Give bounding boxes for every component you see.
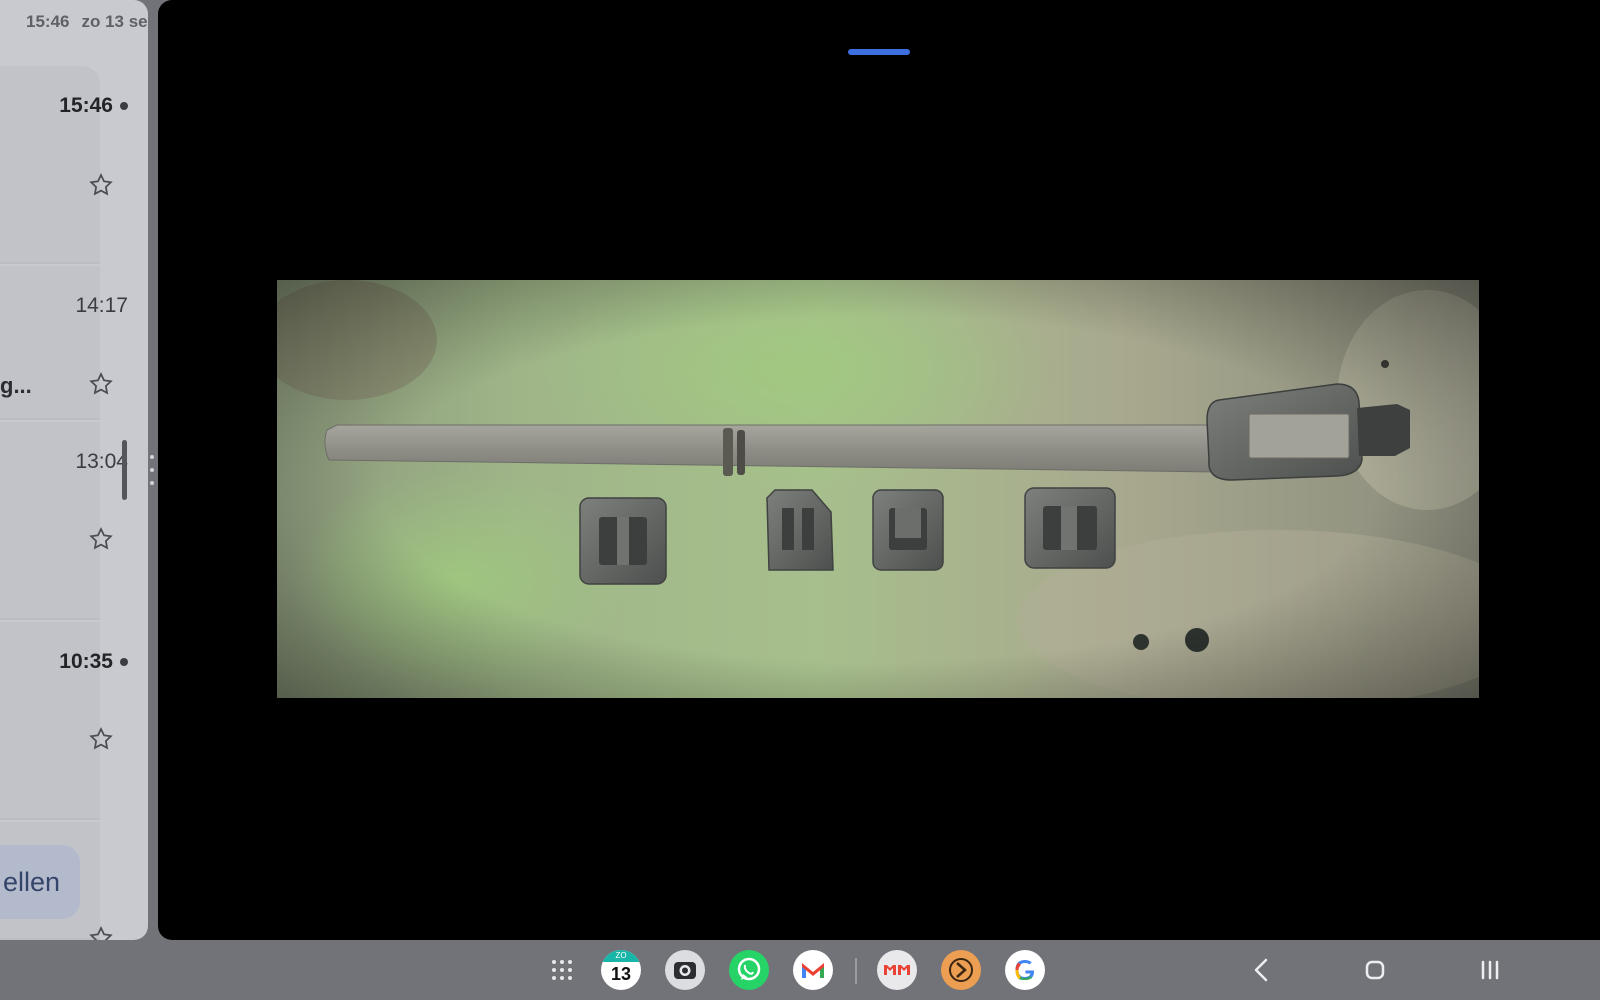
status-date: zo 13 se — [81, 12, 148, 31]
compose-button[interactable]: ellen — [0, 845, 80, 919]
taskbar-separator — [855, 958, 857, 984]
mail-time: 10:35 — [59, 650, 128, 674]
app-drawer-icon[interactable] — [542, 950, 582, 990]
photo-viewer-pane[interactable] — [158, 0, 1600, 940]
weight-2 — [766, 489, 834, 571]
gmail-pane[interactable]: 15:46 zo 13 se 15:46 14:17 g... 13:04 10:… — [0, 0, 148, 940]
split-divider-dots[interactable] — [150, 455, 154, 485]
gmail-pair-icon[interactable] — [877, 950, 917, 990]
split-resize-handle[interactable] — [122, 440, 127, 500]
star-icon[interactable] — [88, 172, 114, 198]
mail-time: 13:04 — [75, 450, 128, 473]
home-icon[interactable] — [1357, 952, 1393, 988]
orange-app-icon[interactable] — [941, 950, 981, 990]
mail-time: 15:46 — [59, 94, 128, 118]
status-bar: 15:46 zo 13 se — [26, 12, 148, 32]
weight-belt-photo — [277, 280, 1479, 698]
taskbar: ZO 13 — [0, 940, 1600, 1000]
star-icon[interactable] — [88, 726, 114, 752]
star-icon[interactable] — [88, 925, 114, 940]
status-time: 15:46 — [26, 12, 70, 31]
camera-icon[interactable] — [665, 950, 705, 990]
weight-3 — [872, 489, 944, 571]
star-icon[interactable] — [88, 371, 114, 397]
calendar-day-label: ZO — [601, 950, 641, 962]
weight-1 — [579, 497, 667, 585]
star-icon[interactable] — [88, 526, 114, 552]
weight-4 — [1024, 487, 1116, 569]
mail-time: 14:17 — [75, 294, 128, 317]
google-icon[interactable] — [1005, 950, 1045, 990]
unread-dot — [120, 102, 128, 111]
mail-snippet: g... — [0, 373, 32, 398]
photo[interactable] — [277, 280, 1479, 698]
unread-dot — [120, 658, 128, 667]
calendar-day-number: 13 — [610, 964, 632, 984]
window-drag-handle[interactable] — [848, 49, 910, 55]
gmail-icon[interactable] — [793, 950, 833, 990]
calendar-icon[interactable]: ZO 13 — [601, 950, 641, 990]
recents-icon[interactable] — [1472, 952, 1508, 988]
whatsapp-icon[interactable] — [729, 950, 769, 990]
back-icon[interactable] — [1244, 952, 1280, 988]
